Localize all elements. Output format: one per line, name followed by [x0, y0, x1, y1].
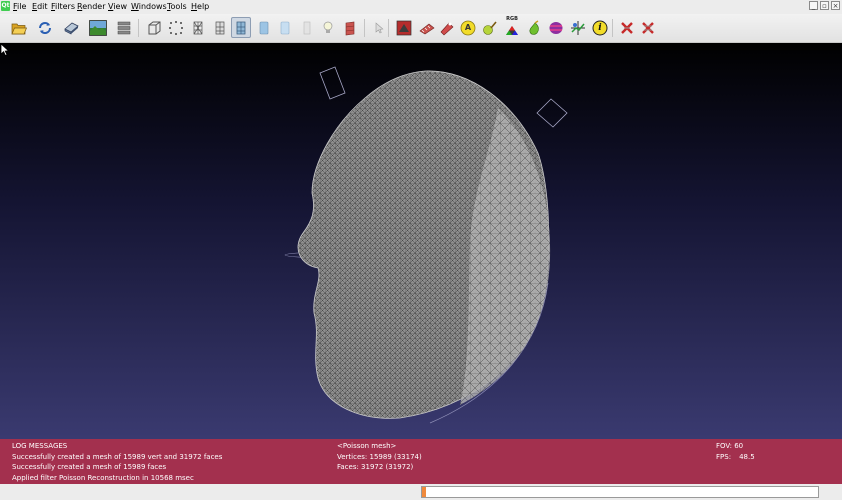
manipulator-icon — [440, 22, 454, 35]
paint-red-icon — [396, 20, 412, 35]
save-icon — [63, 22, 79, 35]
double-side-icon — [345, 21, 355, 35]
curvature-icon — [549, 21, 563, 34]
layers-icon — [117, 21, 131, 34]
menu-render[interactable]: Render — [77, 1, 105, 12]
info-panel: LOG MESSAGES Successfully created a mesh… — [0, 439, 842, 484]
quality-button[interactable] — [524, 17, 544, 38]
folder-open-icon — [11, 23, 27, 34]
rgb-label: RGB — [506, 16, 518, 22]
camera-frustum-right — [536, 98, 568, 128]
close-button[interactable]: × — [831, 1, 840, 10]
menu-windows[interactable]: Windows — [131, 1, 167, 12]
wireframe-button[interactable] — [188, 17, 208, 38]
delete-cross-icon — [642, 21, 654, 34]
measure-icon — [419, 23, 435, 34]
rgb-button[interactable]: RGB — [502, 16, 522, 38]
delete-selection-button[interactable] — [617, 17, 637, 38]
bounding-box-button[interactable] — [144, 17, 164, 38]
hidden-lines-button[interactable] — [210, 17, 230, 38]
reload-button[interactable] — [35, 17, 55, 38]
texture-icon — [303, 21, 311, 34]
toolbar-separator — [388, 19, 389, 37]
hidden-lines-icon — [215, 21, 225, 34]
select-faces-button[interactable] — [369, 17, 389, 38]
save-snapshot-button[interactable] — [61, 17, 81, 38]
manipulator-button[interactable] — [437, 17, 457, 38]
light-bulb-icon — [323, 21, 333, 33]
wireframe-icon — [193, 21, 203, 34]
mouse-cursor-icon — [0, 43, 10, 57]
curvature-button[interactable] — [546, 17, 566, 38]
fov-value: FOV: 60 — [716, 442, 744, 450]
menu-help[interactable]: Help — [191, 1, 209, 12]
camera-frustum-left — [319, 66, 346, 100]
face-count: Faces: 31972 (31972) — [337, 463, 414, 471]
menu-bar: Qt File Edit Filters Render View Windows… — [0, 0, 842, 13]
toolbar-separator — [612, 19, 613, 37]
log-line: Successfully created a mesh of 15989 ver… — [12, 452, 223, 461]
reload-icon — [39, 21, 51, 34]
flat-shading-button[interactable] — [254, 17, 274, 38]
menu-tools[interactable]: Tools — [167, 1, 187, 12]
layers-button[interactable] — [114, 17, 134, 38]
log-line: Applied filter Poisson Reconstruction in… — [12, 473, 194, 482]
log-panel: LOG MESSAGES Successfully created a mesh… — [12, 441, 222, 483]
toolbar-separator — [138, 19, 139, 37]
delete-cross-icon — [621, 21, 633, 34]
fps-label: FPS: — [716, 452, 732, 461]
landscape-image-icon — [89, 19, 107, 36]
annotation-letter: A — [464, 23, 472, 32]
log-title: LOG MESSAGES — [12, 442, 68, 450]
align-icon — [571, 20, 585, 35]
smooth-button[interactable] — [275, 17, 295, 38]
menu-filters[interactable]: Filters — [51, 1, 75, 12]
info-button[interactable]: i — [590, 17, 610, 38]
vertex-count: Vertices: 15989 (33174) — [337, 452, 422, 461]
snapshot-button[interactable] — [88, 17, 108, 38]
mesh-info: <Poisson mesh> Vertices: 15989 (33174) F… — [337, 441, 422, 473]
fps-readout: FPS: 48.5 — [716, 452, 755, 463]
smooth-shading-button[interactable] — [231, 17, 251, 38]
restore-button[interactable]: ▫ — [820, 1, 829, 10]
select-arrow-icon — [375, 21, 384, 33]
qt-logo-icon: Qt — [1, 1, 10, 11]
3d-viewport[interactable] — [0, 43, 842, 439]
menu-file[interactable]: File — [13, 1, 26, 12]
log-line: Successfully created a mesh of 15989 fac… — [12, 463, 167, 471]
mesh-render — [284, 66, 568, 424]
mesh-name: <Poisson mesh> — [337, 442, 397, 450]
fps-value: 48.5 — [739, 452, 755, 461]
backface-button[interactable] — [340, 17, 360, 38]
annotation-button[interactable]: A — [458, 17, 478, 38]
info-letter: i — [598, 22, 602, 33]
smooth-icon — [280, 21, 290, 34]
toolbar-separator — [364, 19, 365, 37]
bounding-box-icon — [148, 21, 161, 34]
texture-button[interactable] — [297, 17, 317, 38]
progress-bar — [421, 486, 819, 498]
paint-button[interactable] — [480, 17, 500, 38]
menu-view[interactable]: View — [108, 1, 127, 12]
view-info: FOV: 60 FPS: 48.5 — [716, 441, 755, 462]
progress-fill — [422, 487, 426, 497]
flat-lines-icon — [236, 21, 246, 34]
pear-icon — [529, 19, 539, 35]
edit-texture-button[interactable] — [394, 17, 414, 38]
points-button[interactable] — [166, 17, 186, 38]
align-button[interactable] — [568, 17, 588, 38]
delete-all-button[interactable] — [638, 17, 658, 38]
flat-shading-icon — [259, 21, 269, 34]
points-icon — [169, 20, 183, 35]
open-file-button[interactable] — [9, 17, 29, 38]
minimize-button[interactable]: _ — [809, 1, 818, 10]
menu-edit[interactable]: Edit — [32, 1, 48, 12]
toolbar: A RGB i — [0, 14, 842, 43]
status-bar — [0, 484, 842, 500]
light-button[interactable] — [318, 17, 338, 38]
measure-button[interactable] — [417, 17, 437, 38]
paint-brush-icon — [483, 20, 497, 35]
window-controls: _ ▫ × — [809, 1, 840, 11]
